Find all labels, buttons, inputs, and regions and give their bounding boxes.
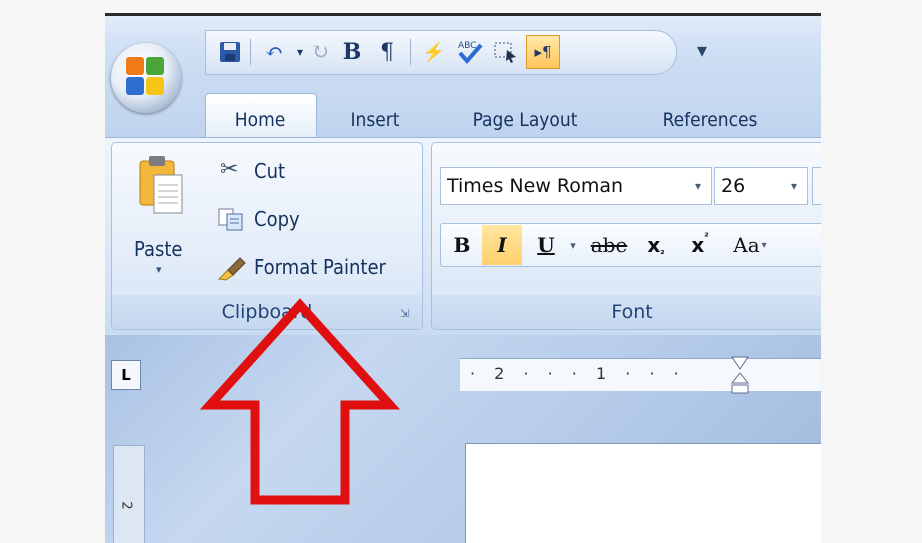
customize-toolbar-icon[interactable]: ▾ [697, 38, 707, 62]
svg-text:ABC: ABC [458, 41, 476, 51]
bold-button[interactable]: B [444, 225, 480, 265]
indent-marker-icon[interactable] [728, 355, 752, 395]
copy-icon [218, 208, 243, 231]
save-icon[interactable] [214, 36, 246, 68]
superscript-button[interactable]: x² [680, 225, 720, 265]
cut-label: Cut [254, 159, 286, 183]
vertical-ruler[interactable]: 2 [113, 445, 145, 543]
font-size-select[interactable]: 26 ▾ [714, 167, 808, 205]
format-painter-icon [217, 257, 246, 281]
italic-button[interactable]: I [482, 225, 522, 265]
bold-icon[interactable]: B [336, 36, 368, 68]
underline-dropdown-icon[interactable]: ▾ [564, 225, 582, 265]
cut-button[interactable]: ✂ Cut [220, 157, 320, 191]
superscript-label: x [691, 233, 705, 257]
scissors-icon: ✂ [220, 157, 239, 182]
select-objects-icon[interactable] [490, 36, 522, 68]
spelling-check-icon[interactable]: ABC [454, 36, 486, 68]
vertical-ruler-number: 2 [118, 501, 134, 510]
redo-icon[interactable]: ↻ [304, 36, 336, 68]
strikethrough-button[interactable]: abe [586, 225, 632, 265]
font-name-dropdown-icon[interactable]: ▾ [695, 179, 701, 193]
copy-button[interactable]: Copy [218, 205, 338, 239]
tab-page-layout[interactable]: Page Layout [445, 103, 605, 137]
copy-label: Copy [254, 207, 300, 231]
grammar-icon[interactable]: ⚡ [418, 36, 450, 68]
rtl-paragraph-icon[interactable]: ▸¶ [526, 35, 560, 69]
underline-button[interactable]: U [528, 225, 564, 265]
toolbar-separator [250, 39, 251, 65]
tab-insert[interactable]: Insert [325, 103, 425, 137]
font-size-dropdown-icon[interactable]: ▾ [791, 179, 797, 193]
paste-icon [139, 156, 183, 214]
font-size-value: 26 [721, 175, 746, 197]
paste-dropdown-icon[interactable]: ▾ [156, 263, 162, 276]
ruler-ticks: · 2 · · · 1 · · · [470, 364, 686, 383]
grow-font-button[interactable] [812, 167, 821, 205]
office-button[interactable] [111, 43, 181, 113]
change-case-label: Aa [733, 233, 760, 257]
office-logo-icon [126, 57, 166, 97]
document-page[interactable] [465, 443, 821, 543]
tab-home-label: Home [234, 109, 286, 131]
format-painter-button[interactable]: Format Painter [216, 253, 416, 287]
window-top-border [105, 13, 821, 16]
font-group-label: Font [432, 295, 821, 329]
tab-selector-button[interactable]: L [111, 360, 141, 390]
paste-button[interactable]: Paste ▾ [132, 153, 192, 283]
font-group: Times New Roman ▾ 26 ▾ B I U ▾ abe x₂ x²… [431, 142, 821, 330]
horizontal-ruler[interactable]: · 2 · · · 1 · · · [460, 356, 821, 394]
subscript-button[interactable]: x₂ [636, 225, 676, 265]
font-name-select[interactable]: Times New Roman ▾ [440, 167, 712, 205]
quick-access-toolbar: ↶ ▾ ↻ B ¶ ⚡ ABC ▸¶ [205, 30, 677, 75]
toolbar-separator [410, 39, 411, 65]
pilcrow-icon[interactable]: ¶ [371, 36, 403, 68]
paste-label: Paste [134, 237, 183, 261]
subscript-label: x [647, 233, 661, 257]
tab-references[interactable]: References [635, 103, 785, 137]
format-painter-label: Format Painter [254, 255, 386, 279]
red-arrow-annotation [199, 298, 401, 505]
font-label: Font [611, 301, 653, 323]
font-name-value: Times New Roman [447, 175, 624, 197]
change-case-button[interactable]: Aa ▾ [724, 225, 776, 265]
